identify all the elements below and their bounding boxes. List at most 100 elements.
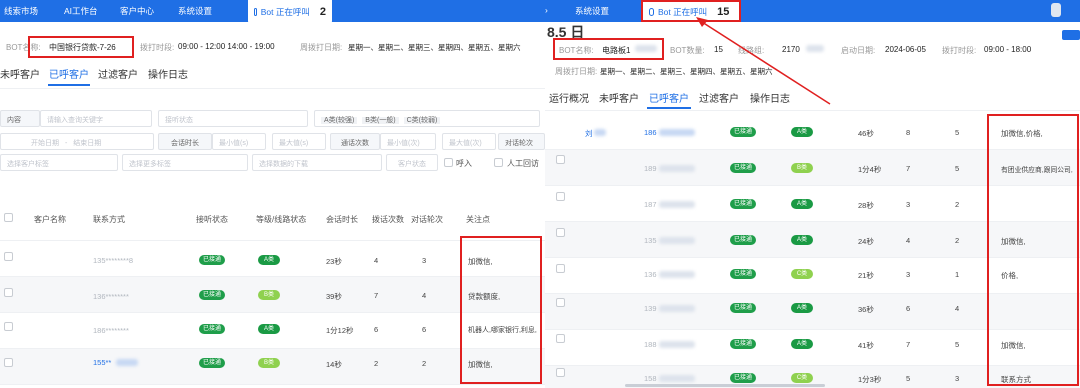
tab-filtered[interactable]: 过滤客户	[98, 66, 138, 81]
col-contact: 联系方式	[93, 215, 125, 224]
grade-tag-c[interactable]: C类(较弱)	[403, 117, 441, 124]
customer-tag-select[interactable]: 选择客户标签	[0, 154, 118, 171]
horizontal-scrollbar[interactable]	[625, 384, 825, 387]
status-badge: 已接通	[730, 303, 756, 313]
tab-called[interactable]: 已呼客户	[49, 66, 89, 81]
row-rounds: 5	[955, 340, 960, 349]
nav-customer-center[interactable]: 客户中心	[120, 5, 154, 17]
row-rounds: 4	[422, 291, 427, 300]
content-label-box: 内容	[0, 110, 40, 127]
download-data-select[interactable]: 选择数据的下载	[252, 154, 382, 171]
row-phone-link[interactable]: 155**	[93, 358, 111, 367]
right-panel: › 系统设置 Bot 正在呼叫 15 8.5 日 BOT名称: 电路板1 BOT…	[545, 0, 1080, 388]
row-duration: 39秒	[326, 292, 342, 301]
row-calls: 3	[906, 200, 911, 209]
row-checkbox[interactable]	[556, 192, 565, 201]
masked-phone	[659, 237, 695, 244]
calls-min-input[interactable]: 最小值(次)	[380, 133, 436, 150]
masked-phone	[659, 129, 695, 136]
grade-multiselect[interactable]: A类(较强) B类(一般) C类(较弱)	[314, 110, 540, 127]
bot-calling-indicator[interactable]: Bot 正在呼叫 2	[248, 0, 332, 24]
row-phone: 187	[644, 200, 657, 209]
row-duration: 1分3秒	[858, 375, 882, 384]
col-call-count: 拨话次数	[372, 215, 404, 224]
more-tag-select[interactable]: 选择更多标签	[122, 154, 248, 171]
grade-badge: A类	[258, 255, 280, 265]
line-group-label: 线路组:	[738, 46, 765, 55]
inbound-checkbox[interactable]	[444, 158, 453, 167]
col-dialog-rounds: 对话轮次	[411, 215, 443, 224]
tabs-divider	[545, 110, 1080, 111]
status-badge: 已接通	[730, 199, 756, 209]
masked-phone	[659, 165, 695, 172]
date-range-picker[interactable]: 开始日期 - 结束日期	[0, 133, 154, 150]
row-duration: 36秒	[858, 305, 874, 314]
row-duration: 1分4秒	[858, 165, 882, 174]
nav-system-settings[interactable]: 系统设置	[178, 5, 212, 17]
row-customer-name[interactable]: 刘	[585, 128, 593, 139]
active-tab-underline	[647, 107, 691, 109]
customer-status-select[interactable]: 客户状态	[386, 154, 438, 171]
col-customer-name: 客户名称	[34, 215, 66, 224]
grade-tag-a[interactable]: A类(较强)	[321, 117, 358, 124]
calls-max-input[interactable]: 最大值(次)	[442, 133, 496, 150]
row-phone: 136********	[93, 292, 129, 301]
row-rounds: 5	[955, 164, 960, 173]
tab-logs[interactable]: 操作日志	[148, 66, 188, 81]
calls-label-box: 通话次数	[330, 133, 380, 150]
dial-date-label: 周拨打日期:	[300, 43, 343, 52]
nav-ai-workbench[interactable]: AI工作台	[64, 5, 98, 17]
row-checkbox[interactable]	[556, 368, 565, 377]
row-checkbox[interactable]	[556, 334, 565, 343]
tab-uncalled[interactable]: 未呼客户	[599, 90, 639, 105]
masked-phone	[659, 201, 695, 208]
masked-phone	[659, 375, 695, 382]
tab-logs[interactable]: 操作日志	[750, 90, 790, 105]
answer-status-select[interactable]: 接听状态	[158, 110, 308, 127]
bot-calling-label: Bot 正在呼叫	[260, 7, 310, 17]
bot-calling-count: 2	[319, 6, 326, 18]
grade-tag-b[interactable]: B类(一般)	[362, 117, 399, 124]
row-rounds: 3	[422, 256, 427, 265]
nav-system-settings[interactable]: 系统设置	[575, 5, 609, 17]
dial-date-value: 星期一、星期二、星期三、星期四、星期五、星期六	[600, 67, 773, 76]
tabs-divider	[0, 88, 545, 89]
tab-overview[interactable]: 运行概况	[549, 90, 589, 105]
row-checkbox[interactable]	[4, 252, 13, 261]
user-avatar[interactable]	[1051, 3, 1061, 17]
row-checkbox[interactable]	[4, 358, 13, 367]
row-checkbox[interactable]	[556, 264, 565, 273]
tab-uncalled[interactable]: 未呼客户	[0, 66, 40, 81]
grade-badge: A类	[791, 127, 813, 137]
row-phone-link[interactable]: 186	[644, 128, 657, 137]
manual-review-checkbox[interactable]	[494, 158, 503, 167]
row-checkbox[interactable]	[556, 228, 565, 237]
action-button[interactable]	[1062, 30, 1080, 40]
row-calls: 5	[906, 374, 911, 383]
tab-called[interactable]: 已呼客户	[649, 90, 689, 105]
col-duration: 会话时长	[326, 215, 358, 224]
row-phone: 189	[644, 164, 657, 173]
masked-phone	[659, 271, 695, 278]
row-checkbox[interactable]	[4, 288, 13, 297]
keyword-search-input[interactable]: 请输入查询关键字	[40, 110, 152, 127]
row-checkbox[interactable]	[4, 322, 13, 331]
masked-phone	[116, 359, 138, 366]
highlight-focus-column	[460, 236, 542, 384]
row-checkbox[interactable]	[556, 298, 565, 307]
row-calls: 4	[906, 236, 911, 245]
dialog-rounds-label-box: 对话轮次	[498, 133, 545, 150]
row-duration: 41秒	[858, 341, 874, 350]
duration-min-input[interactable]: 最小值(s)	[212, 133, 266, 150]
row-duration: 28秒	[858, 201, 874, 210]
duration-max-input[interactable]: 最大值(s)	[272, 133, 326, 150]
nav-back-icon[interactable]: ›	[545, 5, 548, 15]
nav-lead-market[interactable]: 线索市场	[4, 5, 38, 17]
select-all-checkbox[interactable]	[4, 213, 13, 222]
status-badge: 已接通	[730, 235, 756, 245]
grade-badge: A类	[791, 339, 813, 349]
bot-count-label: BOT数量:	[670, 46, 705, 55]
tab-filtered[interactable]: 过滤客户	[699, 90, 739, 105]
status-badge: 已接通	[730, 127, 756, 137]
row-checkbox[interactable]	[556, 155, 565, 164]
